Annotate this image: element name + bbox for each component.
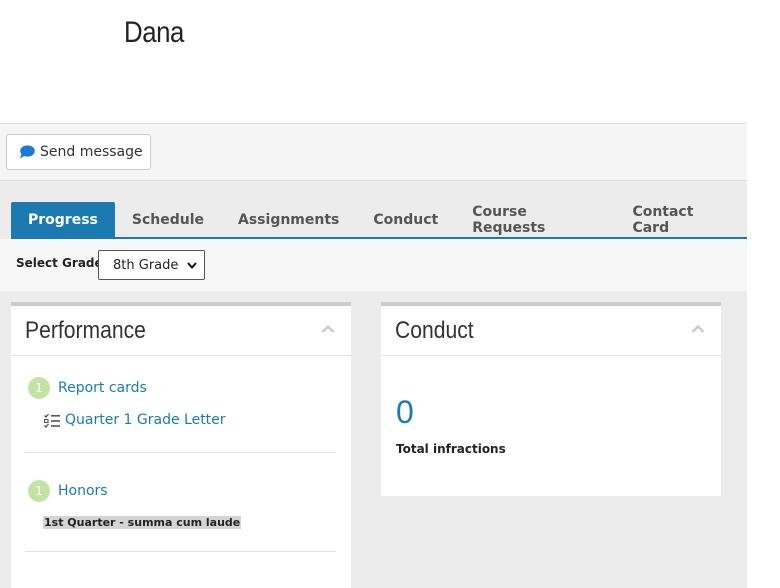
tab-schedule[interactable]: Schedule	[115, 202, 221, 238]
send-message-button[interactable]: Send message	[6, 134, 151, 170]
quarter-grade-letter-link[interactable]: Quarter 1 Grade Letter	[44, 412, 226, 428]
quarter-grade-letter-label: Quarter 1 Grade Letter	[65, 412, 226, 428]
report-cards-link[interactable]: 1 Report cards	[28, 377, 147, 399]
checklist-icon	[44, 413, 60, 428]
divider	[25, 452, 336, 453]
message-bar: Send message	[0, 123, 747, 181]
honor-item: 1st Quarter - summa cum laude	[43, 516, 242, 529]
send-message-label: Send message	[40, 144, 143, 160]
tabs-area: Progress Schedule Assignments Conduct Co…	[0, 181, 747, 291]
student-name: Dana	[124, 16, 184, 49]
tab-contact-card[interactable]: Contact Card	[615, 202, 747, 238]
report-cards-label: Report cards	[58, 380, 147, 396]
header: Dana	[0, 0, 780, 124]
collapse-icon[interactable]	[691, 324, 705, 334]
honors-link[interactable]: 1 Honors	[28, 480, 108, 502]
chevron-down-icon	[187, 262, 197, 270]
performance-panel: Performance 1 Report cards Quarter 1 Gra…	[11, 302, 351, 588]
conduct-title: Conduct	[395, 317, 474, 344]
tab-assignments[interactable]: Assignments	[221, 202, 356, 238]
content-area: Performance 1 Report cards Quarter 1 Gra…	[0, 291, 747, 588]
performance-panel-header: Performance	[11, 306, 351, 356]
infractions-count[interactable]: 0	[396, 394, 414, 431]
grade-select-value: 8th Grade	[113, 257, 179, 273]
tab-conduct[interactable]: Conduct	[356, 202, 455, 238]
conduct-panel: Conduct 0 Total infractions	[381, 302, 721, 496]
performance-title: Performance	[25, 317, 146, 344]
select-grade-label: Select Grade:	[16, 256, 108, 270]
conduct-panel-header: Conduct	[381, 306, 721, 356]
tab-bar: Progress Schedule Assignments Conduct Co…	[11, 202, 747, 238]
collapse-icon[interactable]	[321, 324, 335, 334]
infractions-label: Total infractions	[396, 442, 506, 456]
honors-label: Honors	[58, 483, 108, 499]
report-cards-count: 1	[28, 377, 50, 399]
grade-select[interactable]: 8th Grade	[98, 250, 205, 280]
divider	[25, 551, 336, 552]
tab-progress[interactable]: Progress	[11, 202, 115, 238]
tab-course-requests[interactable]: Course Requests	[455, 202, 615, 238]
grade-bar: Select Grade: 8th Grade	[0, 239, 747, 291]
chat-bubble-icon	[20, 145, 35, 159]
honors-count: 1	[28, 480, 50, 502]
